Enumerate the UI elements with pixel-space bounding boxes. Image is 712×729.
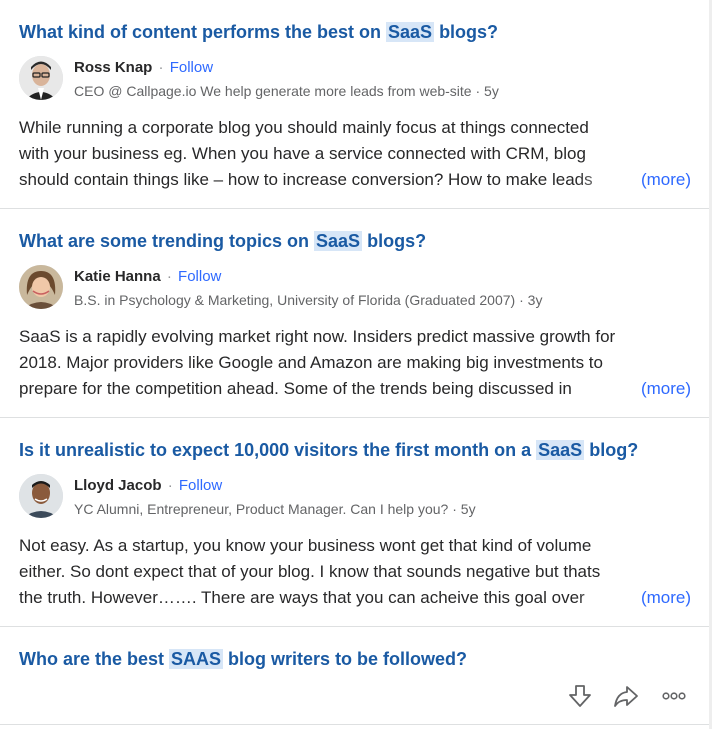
avatar[interactable] [19,265,63,309]
separator-dot: · [163,477,177,494]
follow-button[interactable]: Follow [178,268,221,285]
follow-button[interactable]: Follow [179,477,222,494]
question-text-before: Is it unrealistic to expect 10,000 visit… [19,440,537,460]
answer-snippet[interactable]: While running a corporate blog you shoul… [19,115,691,193]
snippet-line-text: the truth. However……. There are ways tha… [19,588,585,607]
search-highlight: SaaS [536,440,585,460]
answer-age[interactable]: 5y [461,501,476,517]
snippet-line-text: should contain things like – how to incr… [19,170,593,189]
author-name[interactable]: Lloyd Jacob [74,477,162,494]
text-fade [575,376,635,402]
snippet-line: the truth. However……. There are ways tha… [19,585,691,611]
question-title[interactable]: What kind of content performs the best o… [19,20,498,44]
question-text-before: Who are the best [19,649,170,669]
text-fade [575,585,635,611]
separator-dot: · [162,268,177,285]
question-text-after: blogs? [434,22,499,42]
snippet-line: 2018. Major providers like Google and Am… [19,353,603,372]
avatar[interactable] [19,56,63,100]
snippet-line: While running a corporate blog you shoul… [19,118,589,137]
question-text-before: What are some trending topics on [19,231,315,251]
separator-dot: · [154,59,168,76]
snippet-line: prepare for the competition ahead. Some … [19,376,691,402]
share-button[interactable] [610,683,642,713]
answer-card: What kind of content performs the best o… [0,0,712,209]
snippet-line: should contain things like – how to incr… [19,167,691,193]
question-title[interactable]: Is it unrealistic to expect 10,000 visit… [19,438,638,462]
question-actions [560,683,700,713]
author-credential: B.S. in Psychology & Marketing, Universi… [74,292,516,308]
more-link[interactable]: (more) [636,376,691,402]
question-text-after: blog writers to be followed? [223,649,468,669]
author-header: Katie Hanna · Follow B.S. in Psychology … [19,265,689,309]
more-link[interactable]: (more) [636,167,691,193]
answer-feed: What kind of content performs the best o… [0,0,712,725]
answer-age[interactable]: 5y [484,83,499,99]
answer-snippet[interactable]: SaaS is a rapidly evolving market right … [19,324,691,402]
share-arrow-icon [613,683,639,714]
answer-card: Is it unrealistic to expect 10,000 visit… [0,418,712,627]
author-header: Ross Knap · Follow CEO @ Callpage.io We … [19,56,689,100]
answer-snippet[interactable]: Not easy. As a startup, you know your bu… [19,533,691,611]
snippet-line: with your business eg. When you have a s… [19,144,586,163]
snippet-line: SaaS is a rapidly evolving market right … [19,327,616,346]
author-name[interactable]: Katie Hanna [74,268,161,285]
snippet-line: Not easy. As a startup, you know your bu… [19,536,592,555]
question-title[interactable]: Who are the best SAAS blog writers to be… [19,647,467,671]
search-highlight: SaaS [314,231,363,251]
separator-dot: · [515,292,528,308]
author-name[interactable]: Ross Knap [74,59,152,76]
snippet-line: either. So dont expect that of your blog… [19,562,601,581]
question-text-after: blog? [584,440,639,460]
snippet-line-text: prepare for the competition ahead. Some … [19,379,572,398]
text-fade [575,167,635,193]
question-title[interactable]: What are some trending topics on SaaS bl… [19,229,426,253]
answer-age[interactable]: 3y [528,292,543,308]
question-text-after: blogs? [362,231,427,251]
follow-button[interactable]: Follow [170,59,213,76]
question-text-before: What kind of content performs the best o… [19,22,387,42]
search-highlight: SAAS [169,649,224,669]
answer-card: What are some trending topics on SaaS bl… [0,209,712,418]
separator-dot: · [471,83,485,99]
downvote-arrow-icon [567,683,593,714]
more-link[interactable]: (more) [636,585,691,611]
author-header: Lloyd Jacob · Follow YC Alumni, Entrepre… [19,474,689,518]
downvote-button[interactable] [564,683,596,713]
author-credential: YC Alumni, Entrepreneur, Product Manager… [74,501,449,517]
search-highlight: SaaS [386,22,435,42]
more-dots-icon [661,683,687,714]
avatar[interactable] [19,474,63,518]
author-credential: CEO @ Callpage.io We help generate more … [74,83,472,99]
more-options-button[interactable] [658,683,690,713]
separator-dot: · [448,501,461,517]
